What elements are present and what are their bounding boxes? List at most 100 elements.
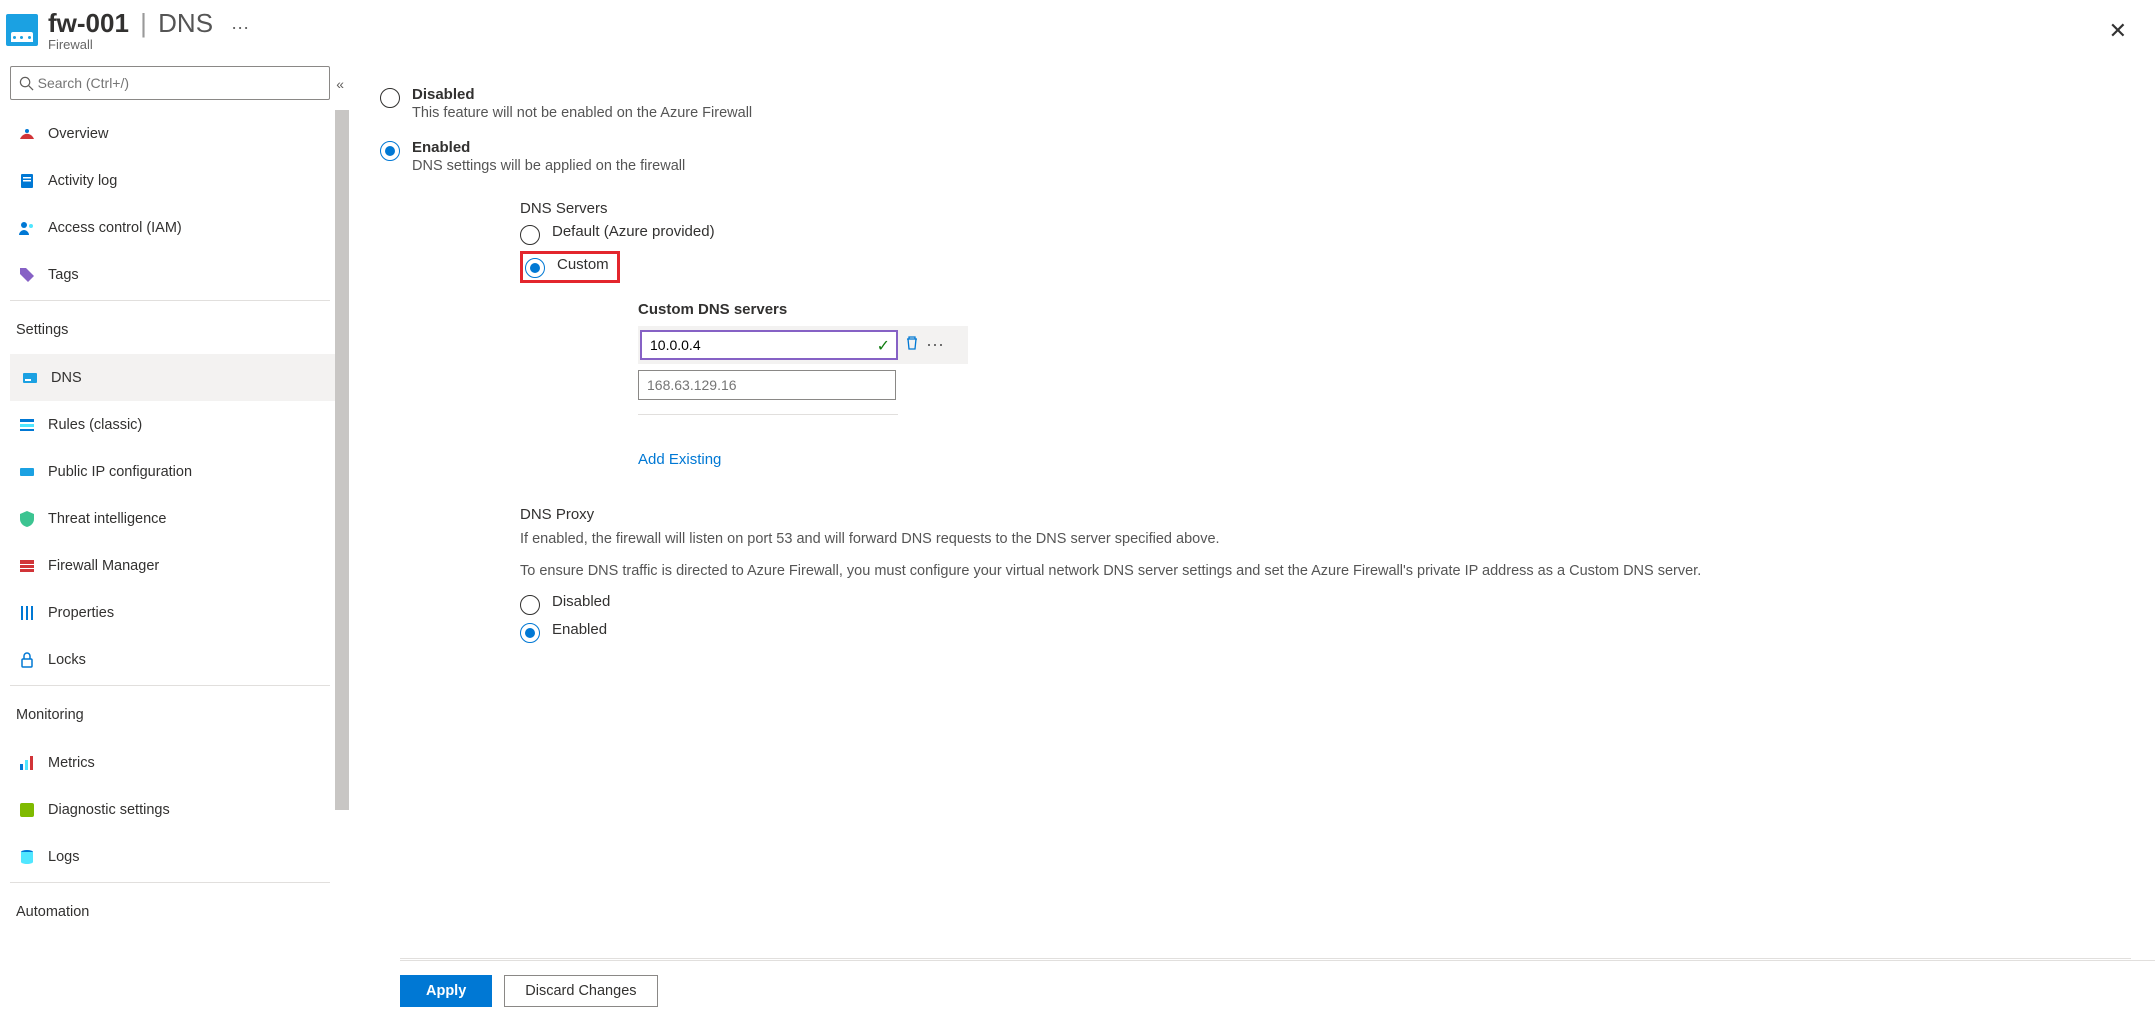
dns-server-default-option[interactable]: Default (Azure provided) (520, 223, 2131, 245)
sidebar-item-label: Properties (48, 605, 114, 621)
locks-icon (16, 649, 38, 671)
resource-type: Firewall (48, 37, 213, 52)
sidebar-item-tags[interactable]: Tags (10, 251, 349, 298)
dns-servers-section: DNS Servers Default (Azure provided) Cus… (520, 200, 2131, 468)
radio-label: Default (Azure provided) (552, 223, 715, 240)
dns-server-custom-option[interactable]: Custom (525, 256, 609, 278)
sidebar-item-label: Firewall Manager (48, 558, 159, 574)
page-header: fw-001 | DNS Firewall ⋯ ✕ (0, 0, 2155, 62)
scrollbar[interactable] (335, 110, 349, 810)
overview-icon (16, 123, 38, 145)
public-ip-icon (16, 461, 38, 483)
close-icon[interactable]: ✕ (2109, 18, 2127, 44)
sidebar-item-label: Locks (48, 652, 86, 668)
radio-icon[interactable] (520, 595, 540, 615)
radio-icon[interactable] (525, 258, 545, 278)
sidebar-item-overview[interactable]: Overview (10, 110, 349, 157)
more-icon[interactable]: ⋯ (926, 335, 945, 356)
sidebar-item-label: Threat intelligence (48, 511, 167, 527)
sidebar-item-label: Logs (48, 849, 79, 865)
dns-servers-header: DNS Servers (520, 200, 2131, 217)
checkmark-icon: ✓ (877, 336, 890, 356)
radio-label: Enabled (412, 139, 685, 156)
page-title: fw-001 | DNS (48, 8, 213, 39)
radio-label: Disabled (552, 593, 610, 610)
dns-proxy-header: DNS Proxy (520, 506, 2080, 523)
radio-label: Disabled (412, 86, 752, 103)
search-input[interactable] (38, 75, 321, 91)
content-pane: Disabled This feature will not be enable… (350, 62, 2155, 1021)
metrics-icon (16, 752, 38, 774)
radio-description: DNS settings will be applied on the fire… (412, 158, 685, 174)
sidebar-header-automation: Automation (10, 889, 349, 936)
sidebar: « Overview Activity log Access control (… (0, 62, 350, 1021)
sidebar-item-label: Access control (IAM) (48, 220, 182, 236)
activity-log-icon (16, 170, 38, 192)
sidebar-item-label: Diagnostic settings (48, 802, 170, 818)
dns-icon (19, 367, 41, 389)
more-actions-icon[interactable]: ⋯ (231, 18, 249, 39)
sidebar-item-label: Overview (48, 126, 108, 142)
dns-proxy-desc2: To ensure DNS traffic is directed to Azu… (520, 561, 2080, 583)
dns-server-placeholder-row (638, 364, 2131, 400)
sidebar-item-activity-log[interactable]: Activity log (10, 157, 349, 204)
dns-proxy-desc1: If enabled, the firewall will listen on … (520, 529, 2080, 551)
search-icon (19, 76, 34, 91)
radio-description: This feature will not be enabled on the … (412, 105, 752, 121)
discard-button[interactable]: Discard Changes (504, 975, 657, 1007)
custom-dns-header: Custom DNS servers (638, 301, 2131, 318)
sidebar-item-diagnostic[interactable]: Diagnostic settings (10, 786, 349, 833)
sidebar-item-threat[interactable]: Threat intelligence (10, 495, 349, 542)
sidebar-item-label: Rules (classic) (48, 417, 142, 433)
sidebar-item-public-ip[interactable]: Public IP configuration (10, 448, 349, 495)
search-input-wrap[interactable] (10, 66, 330, 100)
resource-name: fw-001 (48, 8, 129, 38)
sidebar-item-label: Tags (48, 267, 79, 283)
proxy-disabled-option[interactable]: Disabled (520, 593, 2080, 615)
sidebar-item-locks[interactable]: Locks (10, 636, 349, 683)
radio-label: Custom (557, 256, 609, 273)
sidebar-header-monitoring: Monitoring (10, 692, 349, 739)
sidebar-item-label: Metrics (48, 755, 95, 771)
apply-button[interactable]: Apply (400, 975, 492, 1007)
sidebar-item-metrics[interactable]: Metrics (10, 739, 349, 786)
radio-label: Enabled (552, 621, 607, 638)
sidebar-item-properties[interactable]: Properties (10, 589, 349, 636)
custom-dns-section: Custom DNS servers ✓ ⋯ Add Existing (638, 301, 2131, 468)
add-existing-link[interactable]: Add Existing (638, 451, 721, 468)
collapse-sidebar-icon[interactable]: « (336, 76, 344, 92)
sidebar-item-firewall-manager[interactable]: Firewall Manager (10, 542, 349, 589)
radio-icon[interactable] (380, 88, 400, 108)
nav-scroll[interactable]: Overview Activity log Access control (IA… (10, 110, 350, 1021)
properties-icon (16, 602, 38, 624)
title-block: fw-001 | DNS Firewall (48, 8, 213, 52)
sidebar-item-label: Activity log (48, 173, 117, 189)
section-name: DNS (158, 8, 213, 38)
radio-icon[interactable] (520, 225, 540, 245)
sidebar-item-logs[interactable]: Logs (10, 833, 349, 880)
dns-server-input[interactable] (640, 330, 898, 360)
radio-icon[interactable] (380, 141, 400, 161)
firewall-manager-icon (16, 555, 38, 577)
dns-server-row: ✓ ⋯ (638, 326, 968, 364)
dns-disabled-option[interactable]: Disabled This feature will not be enable… (380, 86, 2131, 121)
radio-icon[interactable] (520, 623, 540, 643)
sidebar-header-settings: Settings (10, 307, 349, 354)
proxy-enabled-option[interactable]: Enabled (520, 621, 2080, 643)
diagnostic-icon (16, 799, 38, 821)
sidebar-item-access-control[interactable]: Access control (IAM) (10, 204, 349, 251)
sidebar-item-label: DNS (51, 370, 82, 386)
sidebar-item-rules[interactable]: Rules (classic) (10, 401, 349, 448)
access-control-icon (16, 217, 38, 239)
dns-proxy-section: DNS Proxy If enabled, the firewall will … (520, 506, 2080, 643)
tags-icon (16, 264, 38, 286)
footer-actions: Apply Discard Changes (400, 960, 2155, 1021)
dns-server-new-input[interactable] (638, 370, 896, 400)
delete-icon[interactable] (904, 335, 920, 356)
rules-icon (16, 414, 38, 436)
sidebar-item-dns[interactable]: DNS (10, 354, 340, 401)
dns-enabled-option[interactable]: Enabled DNS settings will be applied on … (380, 139, 2131, 174)
sidebar-item-label: Public IP configuration (48, 464, 192, 480)
logs-icon (16, 846, 38, 868)
threat-icon (16, 508, 38, 530)
